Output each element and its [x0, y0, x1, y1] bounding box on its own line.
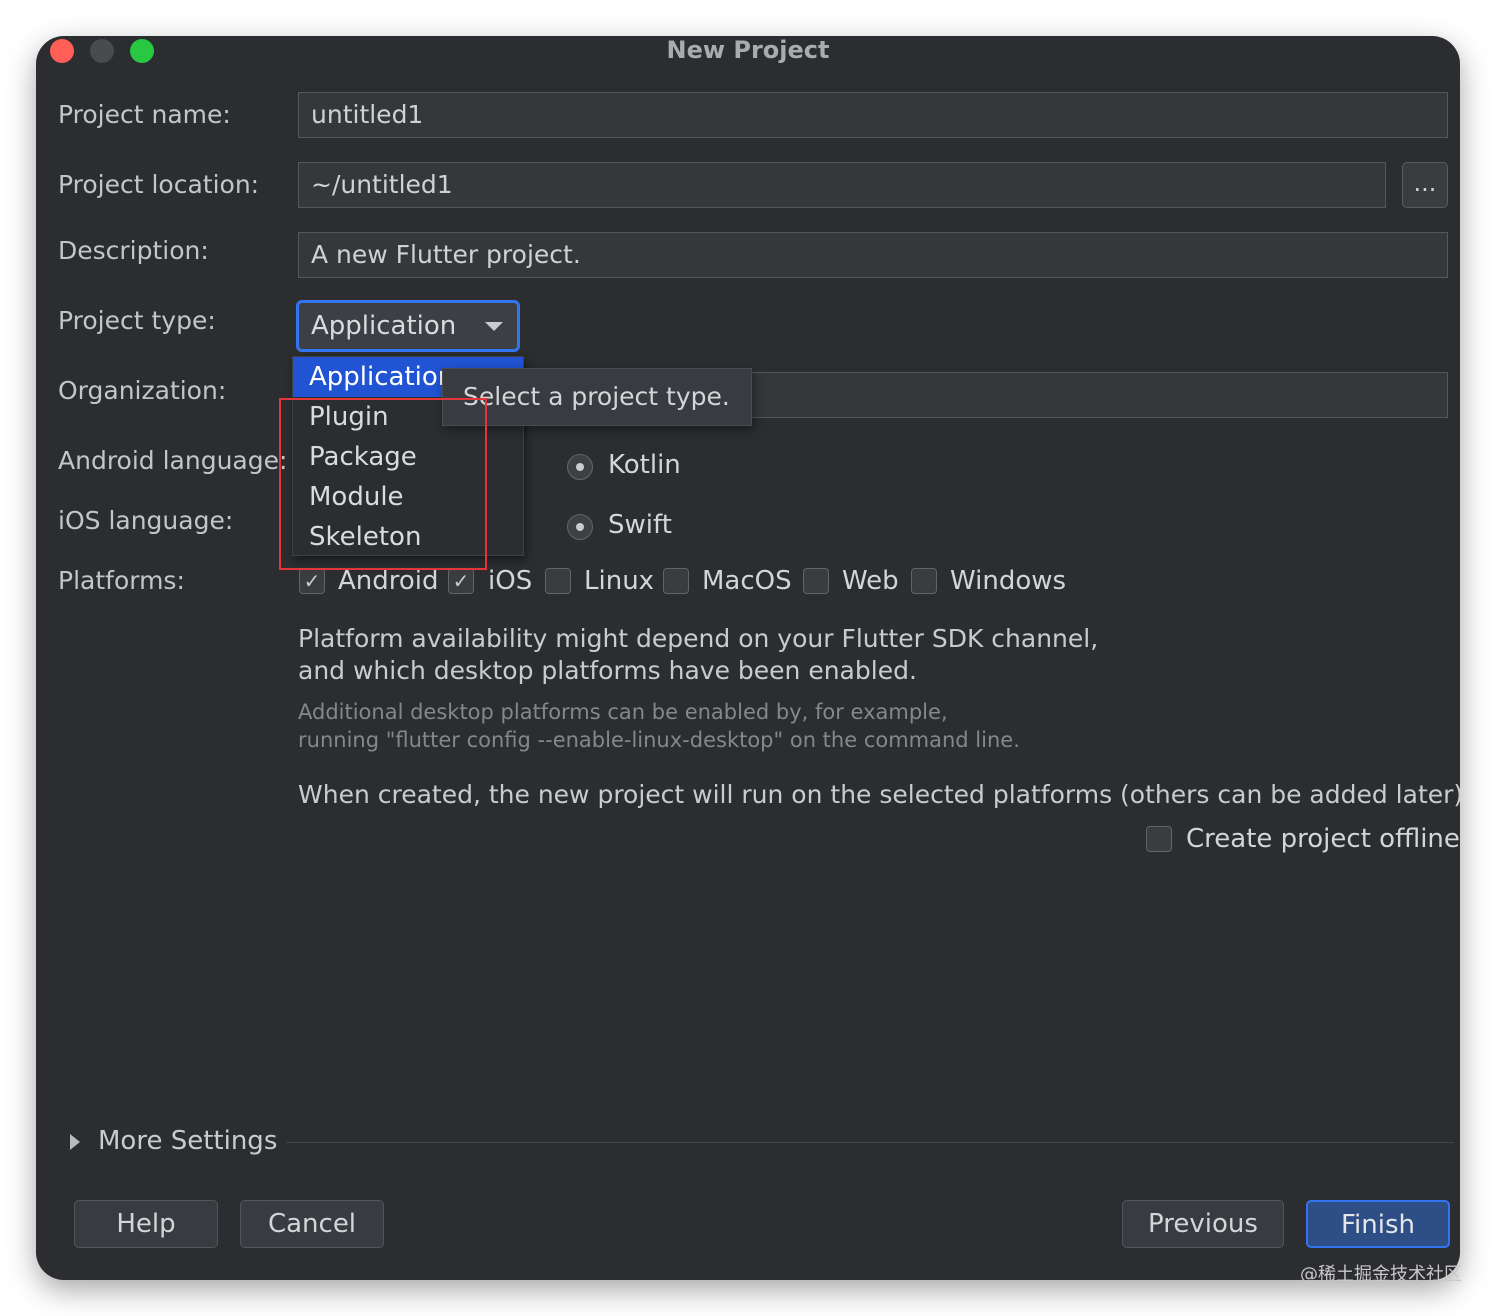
description-label: Description: — [58, 236, 209, 265]
kotlin-radio[interactable] — [567, 454, 593, 480]
project-location-label: Project location: — [58, 170, 260, 199]
cancel-button[interactable]: Cancel — [240, 1200, 384, 1248]
android-platform-label[interactable]: Android — [338, 566, 439, 596]
checkmark-icon: ✓ — [452, 569, 470, 593]
create-offline-label[interactable]: Create project offline — [1186, 824, 1460, 854]
checkmark-icon: ✓ — [303, 569, 321, 593]
title-bar: New Project — [36, 36, 1460, 66]
organization-label: Organization: — [58, 376, 227, 405]
linux-platform-label[interactable]: Linux — [584, 566, 654, 596]
project-type-dropdown[interactable]: Application — [296, 300, 520, 352]
linux-checkbox[interactable] — [545, 568, 571, 594]
android-language-label: Android language: — [58, 446, 288, 475]
help-button[interactable]: Help — [74, 1200, 218, 1248]
project-name-input[interactable]: untitled1 — [298, 92, 1448, 138]
window-title: New Project — [666, 36, 830, 64]
project-name-label: Project name: — [58, 100, 231, 129]
browse-location-button[interactable]: ... — [1402, 162, 1448, 208]
swift-label[interactable]: Swift — [608, 510, 672, 540]
windows-checkbox[interactable] — [911, 568, 937, 594]
highlight-annotation-box — [279, 398, 487, 570]
kotlin-label[interactable]: Kotlin — [608, 450, 681, 480]
web-platform-label[interactable]: Web — [842, 566, 899, 596]
radio-dot-icon — [576, 523, 584, 531]
swift-radio[interactable] — [567, 514, 593, 540]
desktop-hint-line-1: Additional desktop platforms can be enab… — [298, 700, 948, 724]
finish-button[interactable]: Finish — [1306, 1200, 1450, 1248]
expand-arrow-icon[interactable] — [70, 1134, 80, 1150]
more-settings-toggle[interactable]: More Settings — [98, 1126, 277, 1156]
radio-dot-icon — [576, 463, 584, 471]
android-checkbox[interactable]: ✓ — [299, 568, 325, 594]
platforms-label: Platforms: — [58, 566, 185, 595]
platforms-created-note: When created, the new project will run o… — [298, 780, 1460, 809]
more-settings-divider — [286, 1142, 1454, 1143]
web-checkbox[interactable] — [803, 568, 829, 594]
new-project-dialog: New Project Project name: untitled1 Proj… — [36, 36, 1460, 1280]
watermark: @稀土掘金技术社区 — [1300, 1264, 1462, 1285]
desktop-hint-line-2: running "flutter config --enable-linux-d… — [298, 728, 1020, 752]
ios-checkbox[interactable]: ✓ — [448, 568, 474, 594]
project-location-input[interactable]: ~/untitled1 — [298, 162, 1386, 208]
macos-platform-label[interactable]: MacOS — [702, 566, 792, 596]
description-input[interactable]: A new Flutter project. — [298, 232, 1448, 278]
platform-info-line-2: and which desktop platforms have been en… — [298, 656, 917, 685]
create-offline-checkbox[interactable] — [1146, 826, 1172, 852]
project-type-selected: Application — [311, 311, 457, 341]
windows-platform-label[interactable]: Windows — [950, 566, 1066, 596]
project-type-tooltip: Select a project type. — [442, 368, 752, 426]
platform-info-line-1: Platform availability might depend on yo… — [298, 624, 1099, 653]
ios-platform-label[interactable]: iOS — [488, 566, 532, 596]
ios-language-label: iOS language: — [58, 506, 234, 535]
previous-button[interactable]: Previous — [1122, 1200, 1284, 1248]
chevron-down-icon — [485, 322, 503, 331]
macos-checkbox[interactable] — [663, 568, 689, 594]
project-type-label: Project type: — [58, 306, 216, 335]
